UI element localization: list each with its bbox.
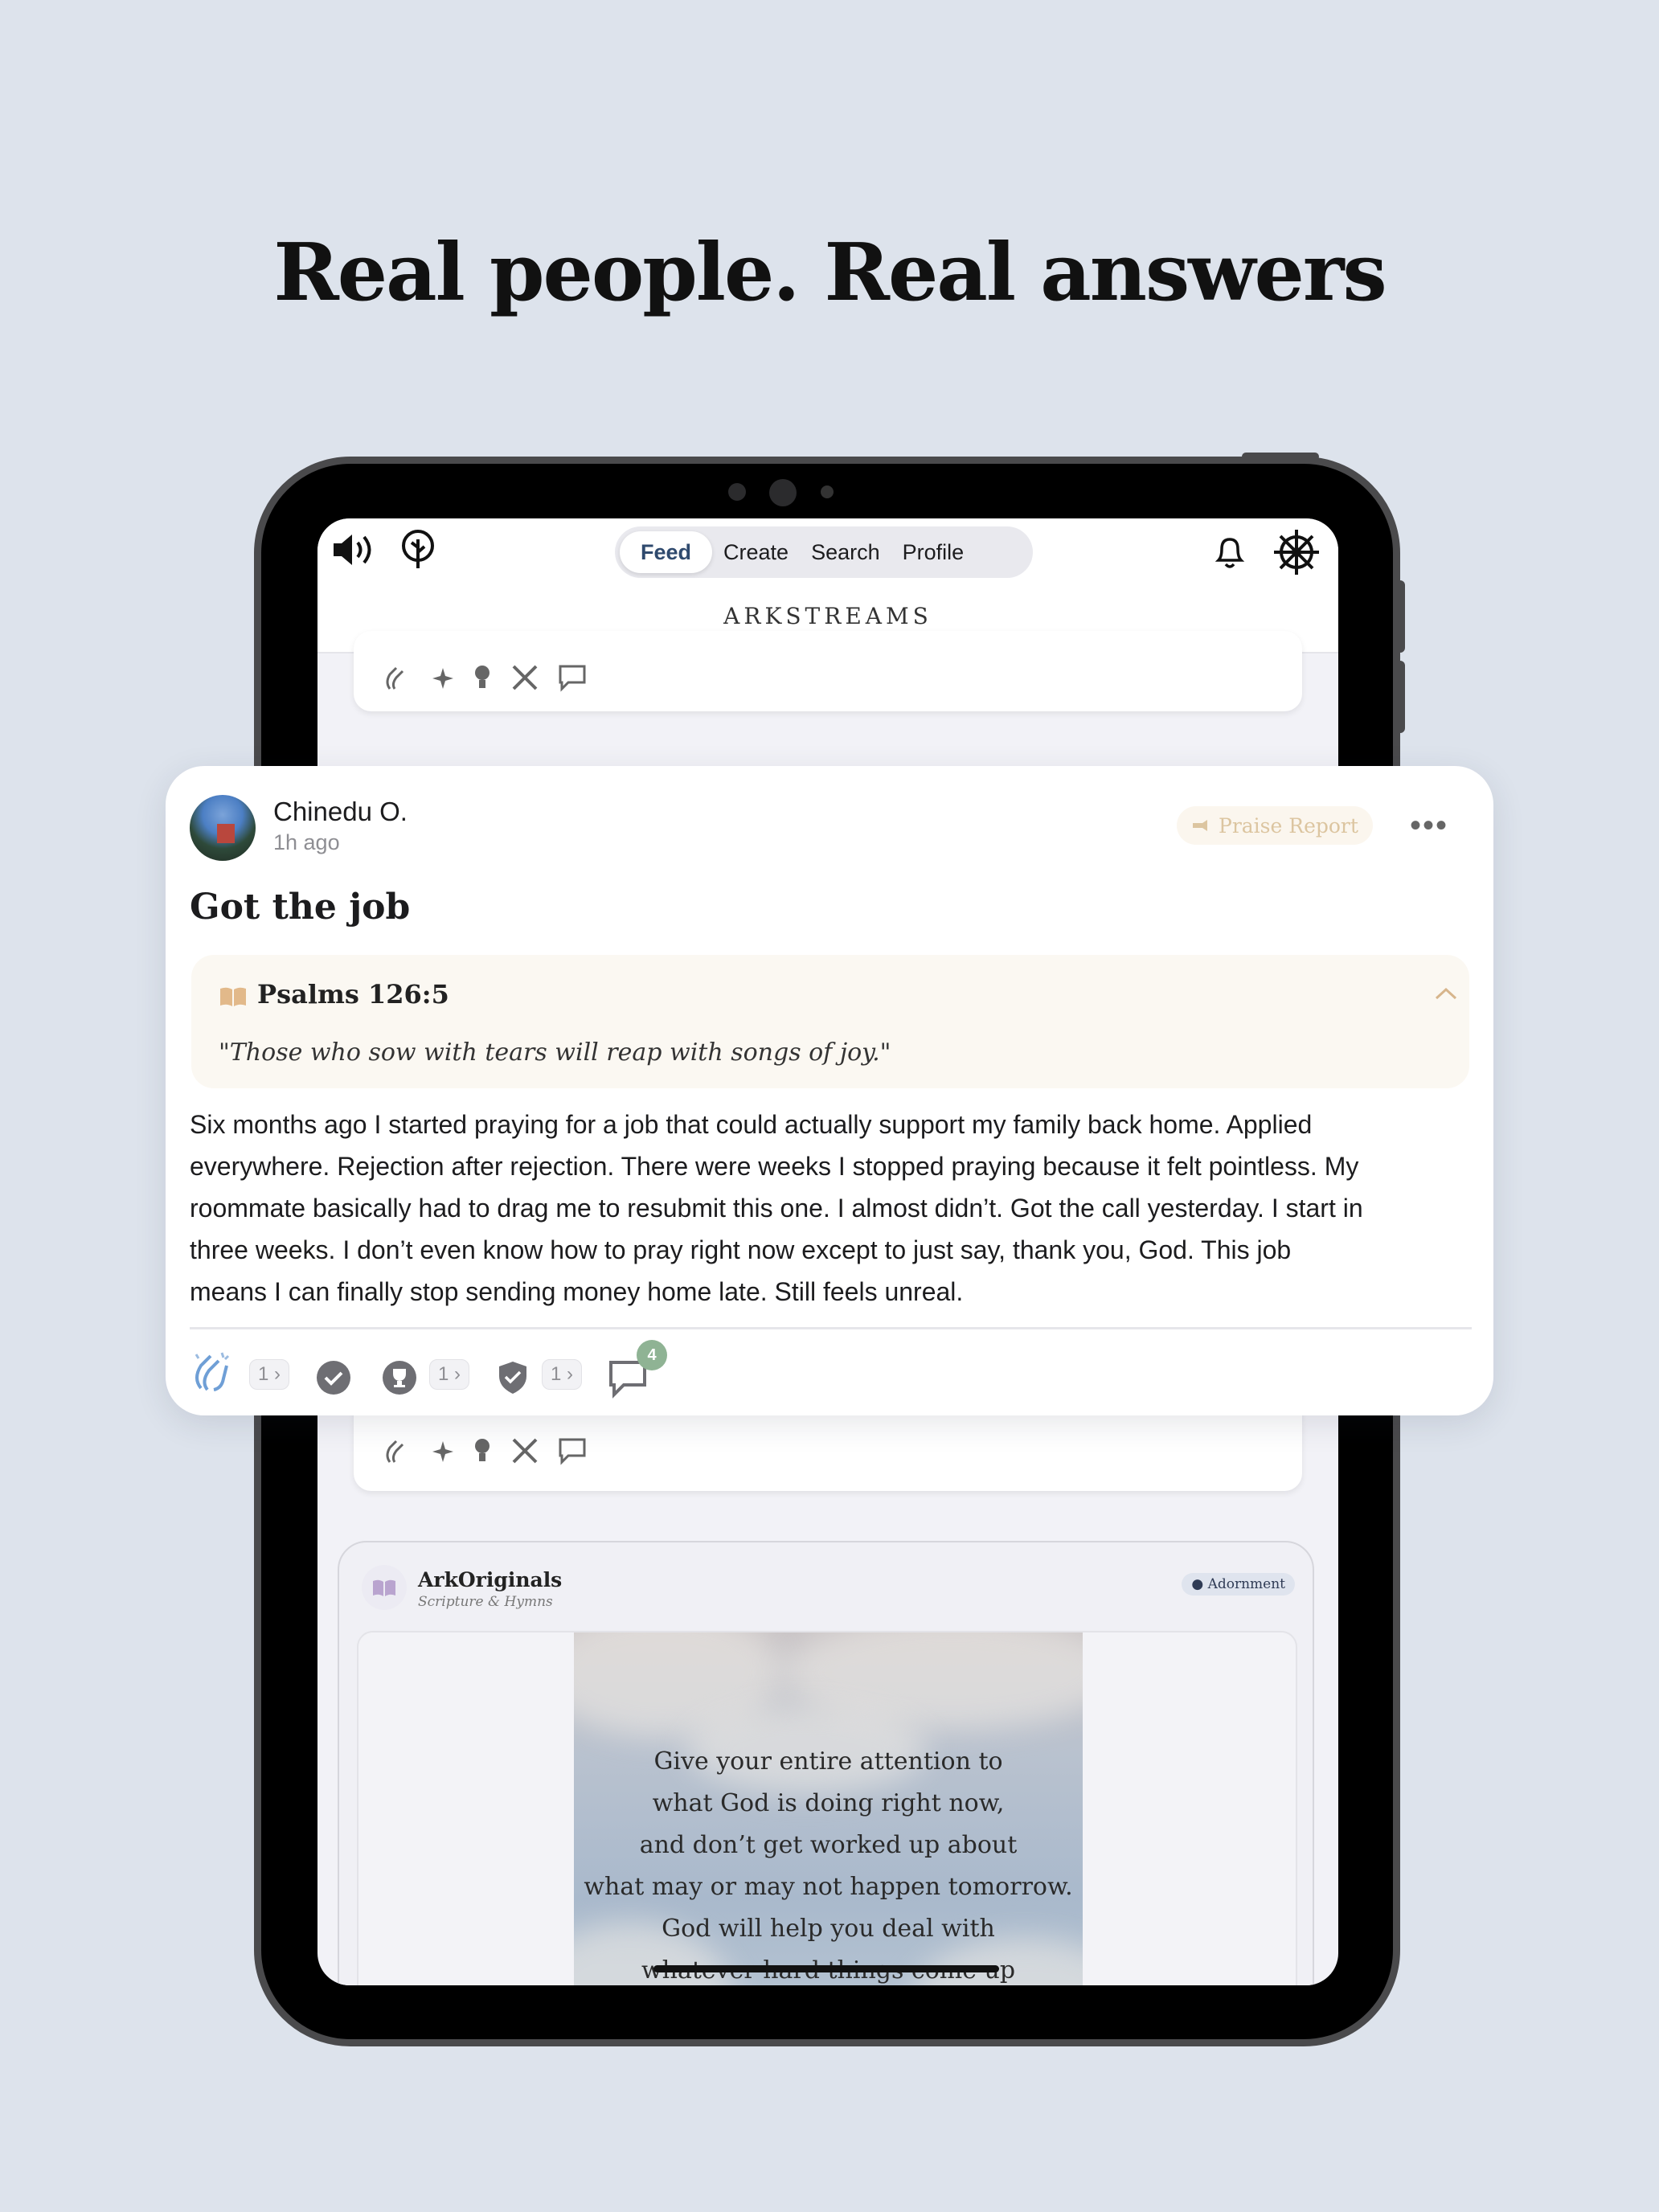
divider bbox=[190, 1327, 1472, 1329]
lightbulb-icon[interactable] bbox=[472, 662, 493, 697]
tab-create[interactable]: Create bbox=[712, 531, 800, 573]
clap-count[interactable]: 1 › bbox=[249, 1359, 290, 1390]
body-line: everywhere. Rejection after rejection. T… bbox=[190, 1152, 1359, 1181]
sensor bbox=[728, 483, 746, 501]
trophy-count[interactable]: 1 › bbox=[429, 1359, 470, 1390]
post-card[interactable]: Chinedu O. 1h ago Praise Report ••• Got … bbox=[166, 766, 1493, 1415]
body-line: Six months ago I started praying for a j… bbox=[190, 1110, 1313, 1139]
verse-text: "Those who sow with tears will reap with… bbox=[219, 1038, 891, 1067]
quote-line: God will help you deal with bbox=[662, 1915, 995, 1943]
lightbulb-icon[interactable] bbox=[472, 1436, 493, 1470]
home-indicator[interactable] bbox=[653, 1965, 999, 1972]
arkoriginals-card[interactable]: ArkOriginals Scripture & Hymns ● Adornme… bbox=[338, 1541, 1314, 1985]
headline: Real people. Real answers bbox=[273, 227, 1387, 319]
ark-content: Give your entire attention to what God i… bbox=[357, 1631, 1297, 1985]
bell-icon[interactable] bbox=[1211, 531, 1248, 576]
speaker-icon[interactable] bbox=[330, 530, 379, 574]
tab-bar: Feed Create Search Profile bbox=[615, 526, 1033, 578]
verse-reference: Psalms 126:5 bbox=[257, 979, 449, 1010]
verse-box[interactable]: Psalms 126:5 "Those who sow with tears w… bbox=[191, 955, 1469, 1088]
body-line: means I can finally stop sending money h… bbox=[190, 1277, 964, 1306]
tools-icon[interactable] bbox=[509, 1435, 541, 1471]
more-options-icon[interactable]: ••• bbox=[1410, 808, 1448, 844]
avatar[interactable] bbox=[190, 795, 256, 861]
sensor-small bbox=[821, 485, 834, 498]
adornment-badge: ● Adornment bbox=[1182, 1573, 1295, 1596]
quote-line: and don’t get worked up about bbox=[639, 1831, 1018, 1859]
quote-line: what may or may not happen tomorrow. bbox=[584, 1873, 1073, 1901]
mini-reactions-bottom bbox=[382, 1435, 588, 1471]
tab-search[interactable]: Search bbox=[800, 531, 891, 573]
app-brand: ARKSTREAMS bbox=[723, 603, 932, 629]
ark-subtitle: Scripture & Hymns bbox=[418, 1594, 553, 1610]
sparkle-icon[interactable] bbox=[430, 1436, 456, 1469]
comment-icon[interactable] bbox=[557, 663, 588, 696]
shield-count-value: 1 bbox=[551, 1363, 562, 1385]
shield-icon[interactable] bbox=[495, 1359, 530, 1400]
clap-icon[interactable] bbox=[382, 1435, 414, 1471]
post-time: 1h ago bbox=[273, 830, 340, 854]
comment-icon[interactable] bbox=[557, 1436, 588, 1469]
tab-feed[interactable]: Feed bbox=[620, 531, 713, 573]
tab-profile[interactable]: Profile bbox=[891, 531, 976, 573]
front-camera bbox=[769, 479, 797, 506]
mini-reactions-top bbox=[382, 662, 588, 698]
body-line: roommate basically had to drag me to res… bbox=[190, 1194, 1363, 1223]
praise-icon bbox=[1191, 814, 1210, 838]
book-icon bbox=[219, 985, 248, 1012]
post-title: Got the job bbox=[190, 887, 411, 928]
quote-line: Give your entire attention to bbox=[653, 1747, 1003, 1776]
praise-label: Praise Report bbox=[1219, 813, 1358, 838]
clap-icon[interactable] bbox=[190, 1348, 235, 1399]
ship-wheel-icon[interactable] bbox=[1271, 526, 1322, 582]
body-line: three weeks. I don’t even know how to pr… bbox=[190, 1235, 1292, 1264]
quote-image: Give your entire attention to what God i… bbox=[574, 1632, 1083, 1985]
quote-line: what God is doing right now, bbox=[652, 1789, 1005, 1817]
book-icon bbox=[362, 1565, 407, 1610]
clap-icon[interactable] bbox=[382, 662, 414, 698]
trophy-count-value: 1 bbox=[438, 1363, 449, 1385]
tree-icon[interactable] bbox=[398, 528, 438, 574]
sparkle-icon[interactable] bbox=[430, 663, 456, 696]
shield-count[interactable]: 1 › bbox=[542, 1359, 583, 1390]
post-author[interactable]: Chinedu O. bbox=[273, 797, 408, 827]
tools-icon[interactable] bbox=[509, 662, 541, 698]
check-icon[interactable] bbox=[315, 1359, 352, 1400]
ark-author[interactable]: ArkOriginals bbox=[418, 1568, 562, 1591]
praise-report-badge: Praise Report bbox=[1177, 806, 1373, 845]
post-body: Six months ago I started praying for a j… bbox=[190, 1104, 1476, 1313]
clap-count-value: 1 bbox=[258, 1363, 269, 1385]
reaction-bar: 1 › 1 › 1 › 4 bbox=[190, 1340, 1476, 1404]
adornment-label: Adornment bbox=[1207, 1576, 1285, 1592]
chevron-up-icon[interactable] bbox=[1433, 985, 1459, 1007]
comment-count-badge: 4 bbox=[637, 1340, 667, 1370]
palette-icon: ● bbox=[1191, 1576, 1204, 1592]
quote-text: Give your entire attention to what God i… bbox=[574, 1741, 1083, 1985]
trophy-icon[interactable] bbox=[381, 1359, 418, 1400]
